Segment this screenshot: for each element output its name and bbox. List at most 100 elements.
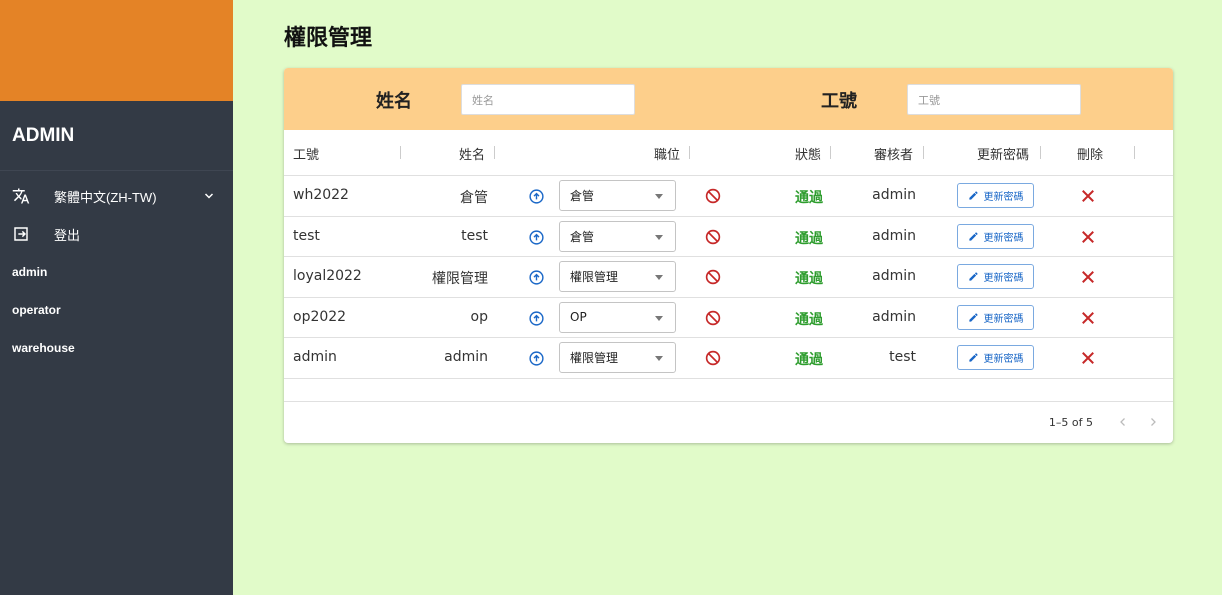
cell-id: op2022 [293, 308, 347, 325]
table-header: 工號 姓名 職位 狀態 審核者 更新密碼 刪除 [284, 130, 1173, 176]
update-password-label: 更新密碼 [983, 313, 1024, 325]
col-separator [1040, 146, 1041, 159]
close-icon[interactable] [1079, 309, 1097, 327]
cell-name: admin [444, 349, 488, 366]
col-header-name[interactable]: 姓名 [459, 144, 485, 163]
cell-id: test [293, 227, 320, 244]
pencil-icon [968, 353, 978, 362]
name-filter-input[interactable]: 姓名 [461, 84, 635, 115]
sidebar-item-warehouse[interactable]: warehouse [0, 329, 233, 367]
cell-reviewer: admin [872, 268, 916, 285]
role-select-value: OP [570, 310, 587, 325]
col-separator [830, 146, 831, 159]
table-row: wh2022 倉管 倉管 通過 admin 更新密碼 [284, 176, 1173, 217]
cell-reviewer: admin [872, 227, 916, 244]
status-badge: 通過 [795, 190, 823, 206]
dropdown-caret-icon [655, 194, 663, 199]
cell-id: loyal2022 [293, 268, 362, 285]
page-title: 權限管理 [284, 26, 373, 51]
language-selector[interactable]: 繁體中文(ZH-TW) [0, 177, 233, 215]
dropdown-caret-icon [655, 275, 663, 281]
table-row: loyal2022 權限管理 權限管理 通過 admin 更新密碼 [284, 257, 1173, 298]
ban-icon[interactable] [704, 349, 722, 367]
cell-reviewer: test [889, 349, 916, 366]
update-password-button[interactable]: 更新密碼 [957, 183, 1034, 208]
role-select[interactable]: OP [559, 301, 676, 333]
ban-icon[interactable] [704, 187, 722, 205]
col-header-id[interactable]: 工號 [293, 144, 319, 163]
role-select[interactable]: 權限管理 [559, 261, 676, 293]
cell-name: 權限管理 [432, 271, 488, 288]
permissions-card: 姓名 姓名 工號 工號 工號 姓名 職位 狀態 審核者 更新密碼 刪除 wh20… [284, 68, 1173, 443]
table-row: op2022 op OP 通過 admin 更新密碼 [284, 298, 1173, 339]
table-row: admin admin 權限管理 通過 test 更新密碼 [284, 338, 1173, 379]
update-password-button[interactable]: 更新密碼 [957, 223, 1034, 249]
arrow-up-circle-icon[interactable] [528, 350, 545, 367]
role-select[interactable]: 權限管理 [559, 342, 676, 374]
sidebar-item-admin[interactable]: admin [0, 253, 233, 291]
sidebar-title: ADMIN [0, 101, 233, 171]
close-icon[interactable] [1079, 187, 1097, 205]
id-filter-input[interactable]: 工號 [907, 84, 1081, 115]
language-label: 繁體中文(ZH-TW) [54, 189, 157, 205]
arrow-up-circle-icon[interactable] [528, 310, 545, 327]
update-password-label: 更新密碼 [983, 354, 1024, 366]
col-separator [689, 146, 690, 159]
cell-name: 倉管 [460, 190, 488, 206]
col-separator [494, 146, 495, 159]
filter-bar: 姓名 姓名 工號 工號 [284, 68, 1173, 130]
update-password-button[interactable]: 更新密碼 [957, 304, 1034, 330]
pencil-icon [968, 191, 978, 200]
name-filter-label: 姓名 [376, 91, 412, 112]
ban-icon[interactable] [704, 228, 722, 246]
close-icon[interactable] [1079, 268, 1097, 286]
close-icon[interactable] [1079, 349, 1097, 367]
role-select-value: 權限管理 [570, 270, 619, 285]
pagination: 1–5 of 5 [284, 401, 1173, 443]
status-badge: 通過 [795, 311, 823, 328]
status-badge: 通過 [795, 352, 823, 369]
col-separator [1134, 146, 1135, 159]
update-password-label: 更新密碼 [983, 273, 1024, 285]
role-select-value: 倉管 [570, 189, 595, 203]
arrow-up-circle-icon[interactable] [528, 188, 545, 205]
col-separator [400, 146, 401, 159]
pencil-icon [968, 313, 978, 322]
col-header-role[interactable]: 職位 [654, 144, 680, 163]
update-password-button[interactable]: 更新密碼 [957, 345, 1034, 371]
cell-name: op [470, 308, 488, 325]
previous-page-icon[interactable] [1117, 416, 1129, 428]
col-header-delete[interactable]: 刪除 [1077, 144, 1103, 163]
col-header-status[interactable]: 狀態 [795, 144, 821, 163]
cell-id: wh2022 [293, 187, 349, 203]
status-badge: 通過 [795, 271, 823, 288]
cell-reviewer: admin [872, 308, 916, 325]
ban-icon[interactable] [704, 309, 722, 327]
sidebar-item-operator[interactable]: operator [0, 291, 233, 329]
next-page-icon[interactable] [1147, 416, 1159, 428]
table-body: wh2022 倉管 倉管 通過 admin 更新密碼 test test 倉管 [284, 176, 1173, 379]
dropdown-caret-icon [655, 356, 663, 362]
logout-label: 登出 [54, 227, 81, 243]
col-separator [923, 146, 924, 159]
col-header-update-password[interactable]: 更新密碼 [977, 144, 1029, 163]
logout-icon [12, 225, 30, 243]
role-select[interactable]: 倉管 [559, 220, 676, 252]
update-password-button[interactable]: 更新密碼 [957, 264, 1034, 290]
ban-icon[interactable] [704, 268, 722, 286]
update-password-label: 更新密碼 [983, 192, 1024, 203]
arrow-up-circle-icon[interactable] [528, 269, 545, 286]
role-select[interactable]: 倉管 [559, 180, 676, 211]
cell-id: admin [293, 349, 337, 366]
role-select-value: 倉管 [570, 229, 595, 244]
cell-name: test [461, 227, 488, 244]
role-select-value: 權限管理 [570, 351, 619, 366]
table-row: test test 倉管 通過 admin 更新密碼 [284, 217, 1173, 258]
sidebar-header-banner [0, 0, 233, 101]
logout-button[interactable]: 登出 [0, 215, 233, 253]
chevron-down-icon [203, 190, 215, 202]
pagination-range: 1–5 of 5 [1048, 416, 1093, 429]
arrow-up-circle-icon[interactable] [528, 229, 545, 246]
col-header-reviewer[interactable]: 審核者 [874, 144, 913, 163]
close-icon[interactable] [1079, 228, 1097, 246]
